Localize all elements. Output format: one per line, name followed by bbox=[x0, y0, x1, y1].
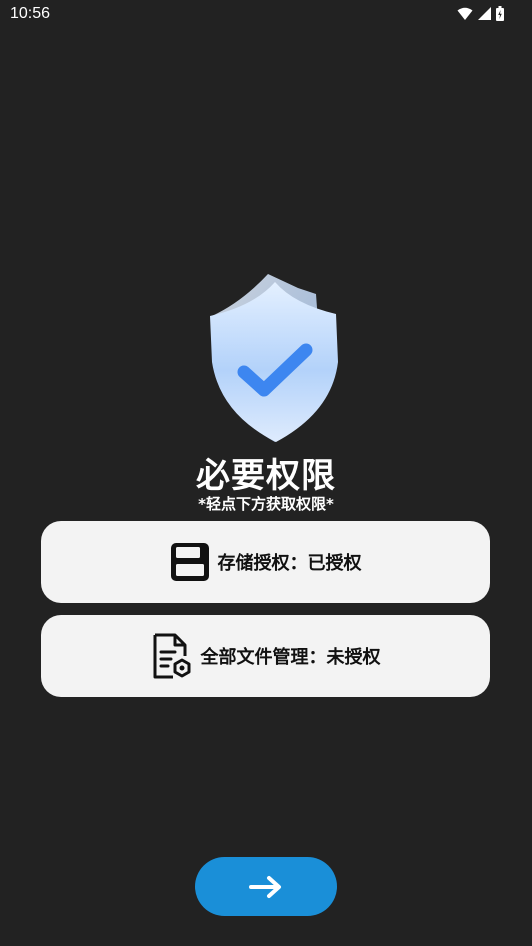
cellular-signal-icon bbox=[478, 7, 491, 20]
next-button[interactable] bbox=[195, 857, 337, 916]
storage-permission-label: 存储授权：已授权 bbox=[217, 553, 362, 574]
page-subtitle: *轻点下方获取权限* bbox=[198, 495, 334, 513]
page-title: 必要权限 bbox=[196, 456, 336, 496]
status-time: 10:56 bbox=[10, 5, 51, 22]
arrow-right-icon bbox=[249, 875, 281, 898]
status-icons bbox=[457, 6, 504, 21]
file-settings-icon bbox=[151, 632, 193, 680]
file-management-permission-label: 全部文件管理：未授权 bbox=[200, 647, 381, 668]
battery-icon bbox=[496, 6, 504, 21]
storage-permission-card[interactable]: 存储授权：已授权 bbox=[41, 521, 490, 603]
shield-check-icon bbox=[206, 272, 344, 444]
wifi-icon bbox=[457, 7, 473, 20]
floppy-disk-icon bbox=[170, 542, 210, 582]
file-management-permission-card[interactable]: 全部文件管理：未授权 bbox=[41, 615, 490, 697]
status-bar: 10:56 bbox=[0, 0, 532, 30]
